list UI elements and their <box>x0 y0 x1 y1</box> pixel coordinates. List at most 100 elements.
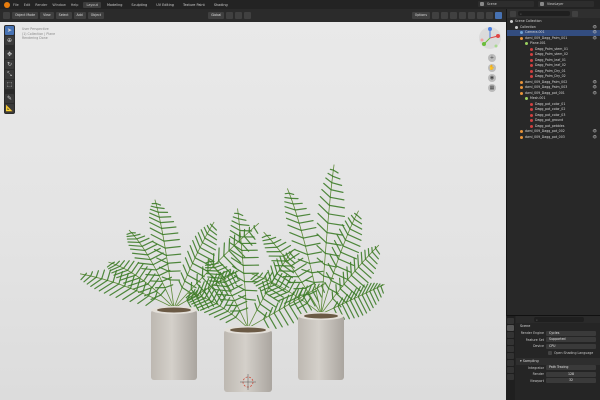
pot-right <box>298 312 344 380</box>
output-tab-icon[interactable] <box>507 332 514 338</box>
viewport-samples-row: Viewport 32 <box>516 378 600 385</box>
world-tab-icon[interactable] <box>507 353 514 359</box>
material-tab-icon[interactable] <box>507 374 514 380</box>
options-dropdown[interactable]: Options <box>411 12 430 19</box>
render-tab-icon[interactable] <box>507 325 514 331</box>
tab-sculpting[interactable]: Sculpting <box>128 2 150 8</box>
shading-wireframe-icon[interactable] <box>468 12 475 19</box>
snap-icon[interactable] <box>235 12 243 19</box>
scene-tab-icon[interactable] <box>507 346 514 352</box>
orientation-dropdown[interactable]: Global <box>208 12 225 19</box>
blender-logo-icon[interactable] <box>4 1 10 8</box>
select-menu[interactable]: Select <box>55 12 72 19</box>
palm-frond <box>316 164 346 315</box>
render-samples-field[interactable]: 128 <box>546 371 596 377</box>
outliner-item-icon <box>510 20 513 24</box>
shading-solid-icon[interactable] <box>477 12 484 19</box>
render-engine-dropdown[interactable]: Cycles <box>546 330 596 336</box>
menu-file[interactable]: File <box>13 3 19 7</box>
outliner-item-icon <box>520 130 523 134</box>
outliner-item-icon <box>530 119 533 123</box>
tab-shading[interactable]: Shading <box>211 2 231 8</box>
device-dropdown[interactable]: CPU <box>546 343 596 349</box>
filter-icon[interactable] <box>572 10 578 17</box>
gizmo-toggle-icon[interactable] <box>441 12 448 19</box>
pan-hand-icon[interactable]: ✋ <box>488 64 496 72</box>
scale-tool-icon[interactable]: ⤡ <box>5 70 14 79</box>
viewport-info-line: Rendering Done <box>22 36 48 40</box>
properties-search-input[interactable]: ⌕ <box>534 317 584 322</box>
outliner-search-input[interactable]: ⌕ <box>518 11 570 16</box>
viewport-samples-label: Viewport <box>529 378 544 383</box>
view-layer-tab-icon[interactable] <box>507 339 514 345</box>
outliner-header: ⌕ <box>507 9 600 18</box>
tab-layout[interactable]: Layout <box>83 1 101 8</box>
menu-help[interactable]: Help <box>71 3 79 7</box>
tool-shelf: ➤ ⊕ ✥ ↻ ⤡ ⬚ ✎ 📐 <box>4 25 15 114</box>
3d-viewport[interactable]: User Perspective (1) Collection | Plane … <box>0 22 506 400</box>
shading-rendered-icon[interactable] <box>495 12 502 19</box>
tool-separator <box>5 46 14 49</box>
overlay-toggle-icon[interactable] <box>450 12 457 19</box>
outliner-item-icon <box>520 36 523 40</box>
view-layer-icon <box>540 2 544 6</box>
outliner-editor-icon[interactable] <box>510 10 516 17</box>
outliner-tree: Scene Collection Collection 👁 Camera.001 👁 dw… <box>507 18 600 140</box>
pivot-icon[interactable] <box>226 12 234 19</box>
transform-tool-icon[interactable]: ⬚ <box>5 80 14 89</box>
view-menu[interactable]: View <box>40 12 54 19</box>
tool-tab-icon[interactable] <box>507 318 514 324</box>
visibility-icon[interactable] <box>432 12 439 19</box>
tab-texture-paint[interactable]: Texture Paint <box>180 2 208 8</box>
select-tool-icon[interactable]: ➤ <box>5 26 14 35</box>
mode-dropdown[interactable]: Object Mode <box>12 12 39 19</box>
navigation-gizmo-icon[interactable] <box>478 26 502 50</box>
move-tool-icon[interactable]: ✥ <box>5 50 14 59</box>
object-menu[interactable]: Object <box>87 12 105 19</box>
tab-modeling[interactable]: Modeling <box>104 2 125 8</box>
feature-set-label: Feature Set <box>525 337 544 342</box>
menu-edit[interactable]: Edit <box>24 3 31 7</box>
feature-set-dropdown[interactable]: Supported <box>546 337 596 343</box>
cursor-tool-icon[interactable]: ⊕ <box>5 36 14 45</box>
outliner-item-icon <box>530 64 533 68</box>
outliner-item[interactable]: dwnl_009_Dagg_pot_003 👁 <box>507 135 600 141</box>
integrator-label: Integrator <box>528 365 544 370</box>
xray-icon[interactable] <box>459 12 466 19</box>
annotate-tool-icon[interactable]: ✎ <box>5 94 14 103</box>
shading-material-icon[interactable] <box>486 12 493 19</box>
menu-render[interactable]: Render <box>35 3 47 7</box>
outliner-item-icon <box>520 91 523 95</box>
osl-checkbox[interactable] <box>548 350 552 355</box>
view-layer-name: ViewLayer <box>547 2 564 6</box>
viewport-samples-field[interactable]: 32 <box>546 378 596 384</box>
modifier-tab-icon[interactable] <box>507 367 514 373</box>
perspective-toggle-icon[interactable]: ▦ <box>488 84 496 92</box>
properties-panel: ⌕ Scene Render Engine Cycles Feature Set… <box>506 315 600 400</box>
zoom-icon[interactable]: + <box>488 54 496 62</box>
outliner-item-icon <box>530 53 533 57</box>
rendered-scene <box>79 164 385 392</box>
proportional-edit-icon[interactable] <box>244 12 252 19</box>
scene-name: Scene <box>487 2 497 6</box>
outliner-item-icon <box>530 47 533 51</box>
measure-tool-icon[interactable]: 📐 <box>5 104 14 113</box>
add-menu[interactable]: Add <box>73 12 86 19</box>
rotate-tool-icon[interactable]: ↻ <box>5 60 14 69</box>
view-layer-selector[interactable]: ViewLayer <box>538 1 594 7</box>
outliner-panel: ⌕ Scene Collection Collection 👁 Camera.001 👁… <box>506 9 600 315</box>
integrator-dropdown[interactable]: Path Tracing <box>546 365 596 371</box>
outliner-item-label: dwnl_009_Dagg_pot_003 <box>525 134 565 139</box>
top-bar: File Edit Render Window Help Layout Mode… <box>0 0 600 9</box>
outliner-item-icon <box>530 102 533 106</box>
visibility-eye-icon[interactable]: 👁 <box>592 135 597 141</box>
render-engine-label: Render Engine <box>520 331 544 336</box>
tab-uv-editing[interactable]: UV Editing <box>153 2 177 8</box>
camera-view-icon[interactable]: ◉ <box>488 74 496 82</box>
object-tab-icon[interactable] <box>507 360 514 366</box>
menu-window[interactable]: Window <box>52 3 65 7</box>
osl-checkbox-row[interactable]: Open Shading Language <box>516 350 600 356</box>
scene-selector[interactable]: Scene <box>478 1 534 7</box>
editor-type-icon[interactable] <box>3 12 10 19</box>
sampling-panel-header[interactable]: ▾ Sampling <box>516 357 600 365</box>
